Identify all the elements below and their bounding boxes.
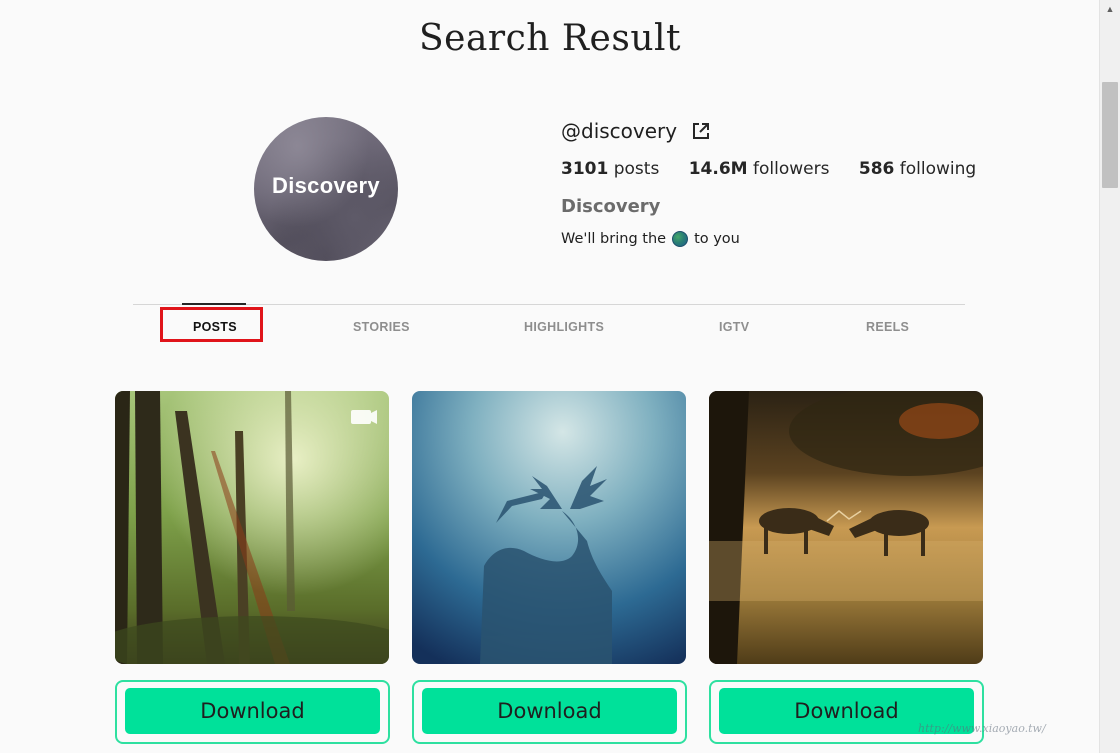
profile-bio: We'll bring the to you — [561, 231, 740, 247]
watermark: http://www.xiaoyao.tw/ — [918, 686, 1098, 746]
following-label: following — [899, 159, 977, 179]
download-button-frame: Download — [412, 680, 687, 744]
page: Search Result Discovery @discovery 3101 … — [0, 0, 1120, 753]
watermark-url: http://www.xiaoyao.tw/ — [918, 722, 1046, 735]
scroll-thumb[interactable] — [1102, 82, 1118, 188]
followers-count: 14.6M — [688, 159, 748, 179]
tab-highlights[interactable]: HIGHLIGHTS — [524, 320, 604, 334]
followers-label: followers — [753, 159, 830, 179]
bio-text-end: to you — [694, 231, 740, 247]
posts-count: 3101 — [561, 159, 609, 179]
profile-stats: 3101 posts 14.6M followers 586 following — [561, 159, 1000, 179]
download-button[interactable]: Download — [422, 688, 677, 734]
post-thumbnail-forest[interactable] — [115, 391, 389, 664]
bio-text-start: We'll bring the — [561, 231, 667, 247]
posts-stat: 3101 posts — [561, 159, 659, 179]
tabs-divider — [133, 304, 965, 305]
download-button[interactable]: Download — [125, 688, 380, 734]
globe-icon — [672, 231, 689, 247]
external-link-icon[interactable] — [691, 121, 711, 141]
posts-label: posts — [613, 159, 660, 179]
tab-reels[interactable]: REELS — [866, 320, 909, 334]
vertical-scrollbar[interactable]: ▲ — [1099, 0, 1120, 753]
following-stat: 586 following — [859, 159, 976, 179]
post-thumbnail-deer[interactable] — [709, 391, 983, 664]
avatar-brand-logo: Discovery — [272, 173, 380, 198]
page-title: Search Result — [419, 18, 681, 59]
download-button-frame: Download — [115, 680, 390, 744]
following-count: 586 — [858, 159, 895, 179]
profile-full-name: Discovery — [561, 196, 661, 217]
tab-stories[interactable]: STORIES — [353, 320, 410, 334]
scroll-up-arrow-icon[interactable]: ▲ — [1100, 0, 1120, 17]
followers-stat: 14.6M followers — [689, 159, 830, 179]
active-tab-indicator — [182, 303, 246, 305]
profile-info: @discovery 3101 posts 14.6M followers 58… — [561, 117, 976, 247]
posts-tab-highlight-box — [160, 307, 263, 342]
avatar: Discovery — [254, 117, 398, 261]
username-row: @discovery — [561, 117, 711, 145]
username: @discovery — [561, 119, 678, 143]
post-thumbnail-stag[interactable] — [412, 391, 686, 664]
tab-igtv[interactable]: IGTV — [719, 320, 749, 334]
